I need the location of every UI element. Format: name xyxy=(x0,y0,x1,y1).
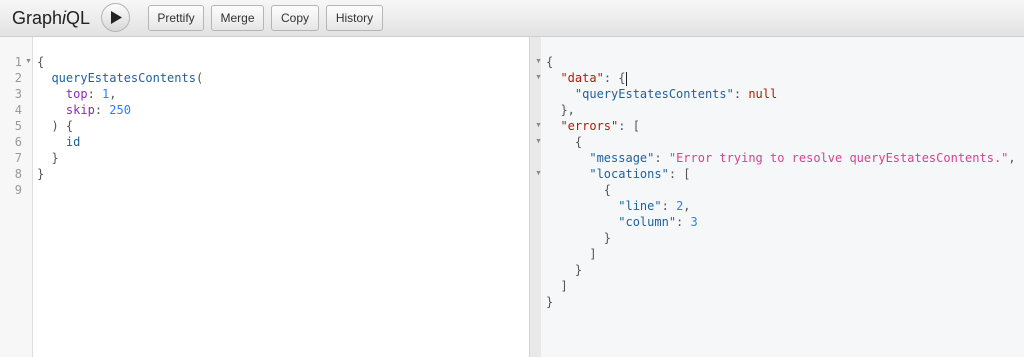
result-line: } xyxy=(546,231,612,245)
execute-query-button[interactable] xyxy=(101,3,130,32)
query-editor[interactable]: 1 ▼ 2 3 4 5 6 7 8 9 { queryEstatesConten… xyxy=(0,37,529,357)
code-line: { xyxy=(37,55,45,69)
code-line: skip: 250 xyxy=(65,103,131,117)
result-line: ] xyxy=(546,279,568,293)
result-line: "line": 2, xyxy=(618,199,691,213)
app-title: GraphiQL xyxy=(12,8,91,28)
code-line: } xyxy=(37,167,45,181)
fold-arrow-icon[interactable]: ▼ xyxy=(535,118,542,134)
result-line: { xyxy=(546,135,583,149)
play-icon xyxy=(111,11,122,24)
code-line: } xyxy=(51,151,59,165)
result-line: ] xyxy=(546,247,597,261)
result-line: "data": { xyxy=(560,71,627,86)
line-number: 5 xyxy=(14,119,22,133)
result-line: } xyxy=(546,295,554,309)
result-line: { xyxy=(546,55,554,69)
merge-button[interactable]: Merge xyxy=(211,5,264,31)
result-line: } xyxy=(546,263,583,277)
fold-arrow-icon[interactable]: ▼ xyxy=(535,54,542,70)
line-number: 3 xyxy=(14,87,22,101)
line-number: 1 xyxy=(14,55,22,69)
fold-arrow-icon[interactable]: ▼ xyxy=(25,54,32,70)
code-line: queryEstatesContents( xyxy=(51,71,204,85)
line-number: 9 xyxy=(14,183,22,197)
line-number-gutter: 1 ▼ 2 3 4 5 6 7 8 9 xyxy=(0,37,33,357)
line-number: 4 xyxy=(14,103,22,117)
fold-arrow-icon[interactable]: ▼ xyxy=(535,166,542,182)
result-viewer: ▼ ▼ ▼ ▼ ▼ { "data": { "queryEstatesConte… xyxy=(535,37,1024,357)
result-line: "queryEstatesContents": null xyxy=(574,87,778,101)
result-line: { xyxy=(546,183,612,197)
code-line: id xyxy=(65,135,81,149)
result-line: "errors": [ xyxy=(560,119,640,133)
fold-arrow-icon[interactable]: ▼ xyxy=(535,134,542,150)
code-line: top: 1, xyxy=(65,87,117,101)
line-number: 6 xyxy=(14,135,22,149)
line-number: 7 xyxy=(14,151,22,165)
result-line: "locations": [ xyxy=(589,167,691,181)
text-cursor xyxy=(625,71,627,86)
line-number: 2 xyxy=(14,71,22,85)
history-button[interactable]: History xyxy=(326,5,383,31)
toolbar: GraphiQL Prettify Merge Copy History xyxy=(0,0,1024,37)
line-number: 8 xyxy=(14,167,22,181)
copy-button[interactable]: Copy xyxy=(271,5,319,31)
code-line: ) { xyxy=(51,119,74,133)
result-line: }, xyxy=(546,103,575,117)
result-line: "message": "Error trying to resolve quer… xyxy=(589,151,1016,165)
fold-arrow-icon[interactable]: ▼ xyxy=(535,70,542,86)
prettify-button[interactable]: Prettify xyxy=(148,5,204,31)
result-line: "column": 3 xyxy=(618,215,698,229)
